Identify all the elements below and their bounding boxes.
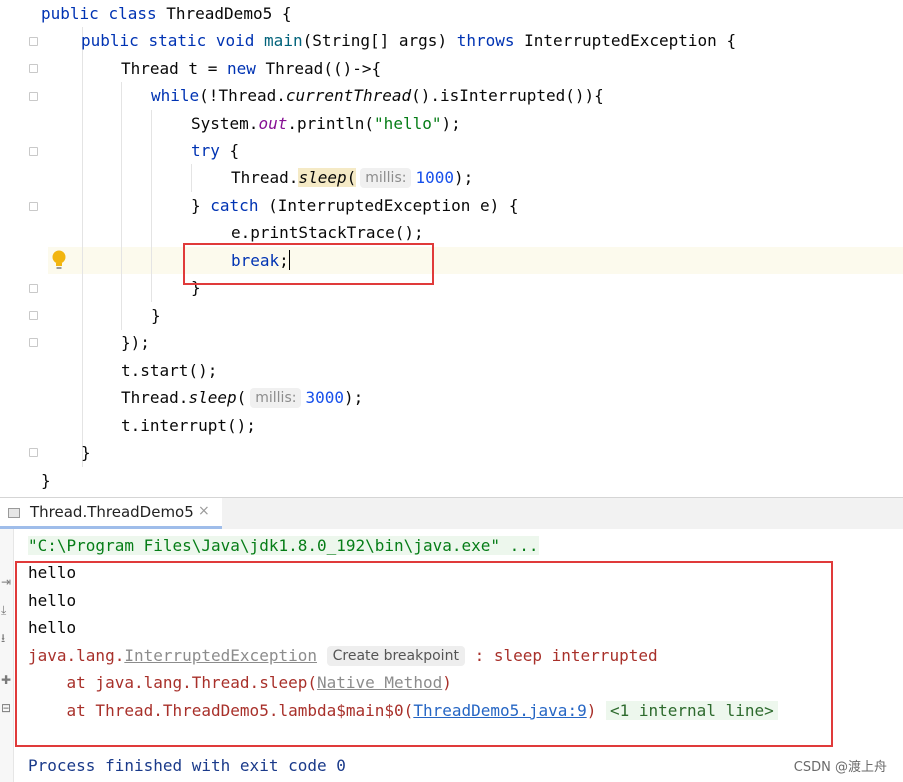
- indent-guide: [121, 82, 122, 330]
- command-text: "C:\Program Files\Java\jdk1.8.0_192\bin\…: [28, 536, 539, 555]
- fold-icon[interactable]: [29, 92, 38, 101]
- keyword: static: [148, 31, 207, 50]
- keyword: public: [41, 4, 99, 23]
- lightbulb-icon[interactable]: [51, 249, 67, 271]
- soft-wrap-icon[interactable]: ⇥: [1, 575, 11, 589]
- keyword: try: [191, 141, 220, 160]
- parameter-hint: millis:: [250, 388, 302, 408]
- string-literal: "hello": [374, 114, 442, 133]
- expr: );: [454, 168, 474, 187]
- expr: );: [441, 114, 461, 133]
- code-line: public class ThreadDemo5 {: [41, 0, 292, 27]
- code-line: }: [81, 439, 91, 466]
- highlight-box-break: [183, 243, 434, 285]
- code-editor[interactable]: public class ThreadDemo5 { public static…: [0, 0, 903, 495]
- indent-guide: [82, 27, 83, 467]
- parameter-hint: millis:: [360, 168, 412, 188]
- pin-icon[interactable]: ✚: [1, 673, 11, 687]
- close-icon[interactable]: ×: [198, 503, 210, 519]
- brace: }: [41, 471, 51, 490]
- brace: {: [229, 141, 240, 160]
- code-line: }: [151, 302, 161, 329]
- brace: {: [281, 4, 292, 23]
- code-line: Thread.sleep(millis: 3000);: [121, 384, 363, 411]
- fold-icon[interactable]: [29, 37, 38, 46]
- console-side-toolbar: ⇥ ⤓ ⭳ ✚ ⊟: [0, 529, 14, 782]
- highlight-box-output: [15, 561, 833, 747]
- code-line: while(!Thread.currentThread().isInterrup…: [151, 82, 604, 109]
- fold-icon[interactable]: [29, 311, 38, 320]
- expr: Thread.: [231, 168, 299, 187]
- method-name: main: [264, 31, 303, 50]
- code-line: });: [121, 329, 150, 356]
- watermark: CSDN @渡上舟: [793, 760, 887, 775]
- indent-guide: [191, 164, 192, 192]
- static-field: out: [258, 114, 288, 133]
- console-icon: [8, 508, 20, 518]
- keyword: void: [215, 31, 255, 50]
- code-line: t.interrupt();: [121, 412, 256, 439]
- expr: );: [344, 388, 364, 407]
- exit-text: Process finished with exit code 0: [28, 756, 346, 775]
- expr: System.: [191, 114, 259, 133]
- class-name: ThreadDemo5: [166, 4, 273, 23]
- params: (String[] args): [302, 31, 448, 50]
- exception-type: InterruptedException: [524, 31, 717, 50]
- brace: {: [726, 31, 737, 50]
- expr: });: [121, 333, 150, 352]
- code-line: Thread t = new Thread(()->{: [121, 55, 381, 82]
- static-call: sleep: [298, 168, 347, 187]
- tab-run-thread-demo5[interactable]: Thread.ThreadDemo5 ×: [0, 498, 222, 529]
- keyword: new: [226, 59, 256, 78]
- expr: Thread(()->{: [265, 59, 382, 78]
- number-literal: 3000: [305, 388, 344, 407]
- exit-status-line: Process finished with exit code 0: [28, 752, 346, 779]
- keyword: throws: [456, 31, 515, 50]
- expr: (InterruptedException e) {: [268, 196, 519, 215]
- expr: t.interrupt();: [121, 416, 256, 435]
- paren: (: [346, 168, 357, 187]
- code-line: } catch (InterruptedException e) {: [191, 192, 519, 219]
- number-literal: 1000: [415, 168, 454, 187]
- code-line: public static void main(String[] args) t…: [81, 27, 736, 54]
- brace: }: [81, 443, 91, 462]
- download-icon[interactable]: ⭳: [1, 629, 5, 650]
- indent-guide: [151, 110, 152, 302]
- fold-icon[interactable]: [29, 64, 38, 73]
- fold-icon[interactable]: [29, 202, 38, 211]
- scroll-end-icon[interactable]: ⤓: [1, 603, 6, 618]
- expr: e.printStackTrace();: [231, 223, 424, 242]
- fold-icon[interactable]: [29, 448, 38, 457]
- keyword: catch: [210, 196, 259, 215]
- run-tool-window-tabs: Thread.ThreadDemo5 ×: [0, 497, 903, 529]
- expr: ().isInterrupted()){: [411, 86, 604, 105]
- code-line: try {: [191, 137, 239, 164]
- static-call: currentThread: [285, 86, 412, 105]
- editor-gutter: [0, 0, 48, 495]
- expr: (!Thread.: [199, 86, 286, 105]
- fold-icon[interactable]: [29, 338, 38, 347]
- keyword: public: [81, 31, 139, 50]
- brace: }: [191, 196, 201, 215]
- expr: Thread.: [121, 388, 189, 407]
- paren: (: [236, 388, 247, 407]
- trash-icon[interactable]: ⊟: [1, 701, 11, 715]
- code-line: t.start();: [121, 357, 217, 384]
- code-line: Thread.sleep(millis: 1000);: [231, 164, 473, 191]
- tab-label: Thread.ThreadDemo5: [30, 503, 194, 521]
- code-line: e.printStackTrace();: [231, 219, 424, 246]
- expr: t.start();: [121, 361, 218, 380]
- caret-line-highlight: [0, 247, 903, 274]
- expr: .println(: [287, 114, 375, 133]
- console-command-line: "C:\Program Files\Java\jdk1.8.0_192\bin\…: [28, 532, 539, 559]
- decl: Thread t =: [121, 59, 218, 78]
- brace: }: [151, 306, 161, 325]
- keyword: class: [108, 4, 157, 23]
- fold-icon[interactable]: [29, 284, 38, 293]
- static-call: sleep: [188, 388, 237, 407]
- code-line: System.out.println("hello");: [191, 110, 461, 137]
- fold-icon[interactable]: [29, 147, 38, 156]
- code-line: }: [41, 467, 51, 494]
- keyword: while: [151, 86, 200, 105]
